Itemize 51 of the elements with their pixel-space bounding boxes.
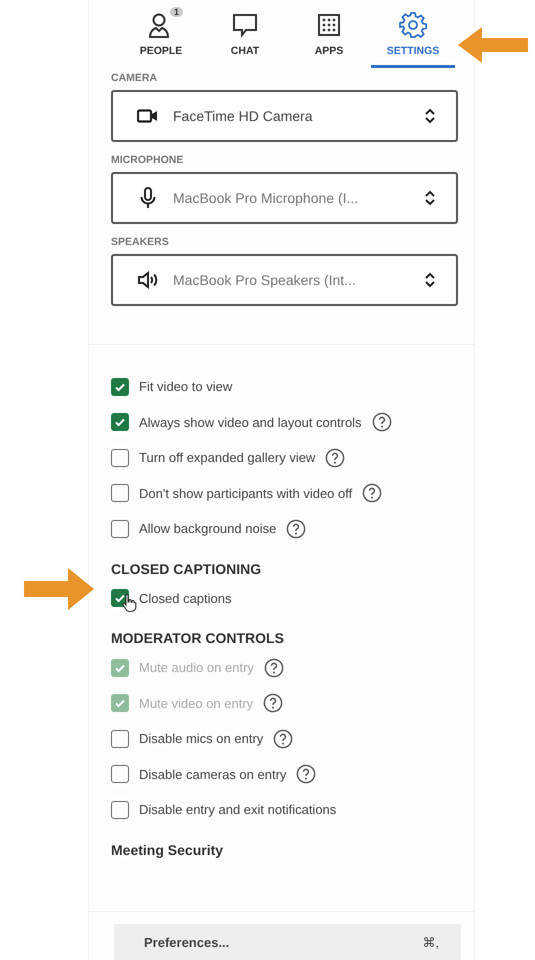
tab[interactable]: SETTINGS <box>371 0 455 68</box>
up-down-chevron-icon <box>424 271 436 289</box>
help-icon[interactable] <box>273 728 294 749</box>
option-label: Disable entry and exit notifications <box>139 802 336 818</box>
device-select[interactable]: MacBook Pro Microphone (I... <box>111 172 458 224</box>
settings-icon <box>399 11 427 39</box>
checkbox[interactable] <box>111 378 129 396</box>
tab[interactable]: 1 PEOPLE <box>119 0 203 68</box>
option-label: Disable cameras on entry <box>139 766 286 782</box>
checkbox[interactable] <box>111 730 129 748</box>
up-down-chevron-icon <box>424 107 436 125</box>
keyboard-shortcut: ⌘, <box>422 934 439 950</box>
option-label: Mute audio on entry <box>139 660 254 676</box>
device-label: SPEAKERS <box>111 236 170 248</box>
help-icon[interactable] <box>372 412 392 432</box>
option-label: Fit video to view <box>139 379 232 394</box>
option-label: Don't show participants with video off <box>139 486 352 501</box>
option-label: Mute video on entry <box>139 696 254 711</box>
checkbox[interactable] <box>111 413 129 432</box>
option-label: Closed captions <box>139 590 232 606</box>
tab[interactable]: CHAT <box>203 0 287 68</box>
count-badge: 1 <box>170 7 183 17</box>
option-label: Always show video and layout controls <box>139 414 362 430</box>
help-icon[interactable] <box>362 483 382 504</box>
section-heading: MODERATOR CONTROLS <box>111 630 285 646</box>
checkbox[interactable] <box>111 520 129 538</box>
speaker-icon <box>137 270 159 290</box>
device-label: MICROPHONE <box>111 154 184 166</box>
checkbox[interactable] <box>111 484 129 502</box>
arrow-icon <box>458 27 528 63</box>
grid-icon <box>315 11 343 39</box>
option-label: Disable mics on entry <box>139 731 264 746</box>
option-label: Allow background noise <box>139 521 276 536</box>
help-icon[interactable] <box>296 764 316 784</box>
checkbox[interactable] <box>111 448 129 467</box>
device-select[interactable]: FaceTime HD Camera <box>111 90 458 142</box>
checkbox[interactable] <box>111 765 129 784</box>
device-select[interactable]: MacBook Pro Speakers (Int... <box>111 254 458 306</box>
option-label: Turn off expanded gallery view <box>139 450 316 466</box>
up-down-chevron-icon <box>424 189 436 207</box>
help-icon[interactable] <box>325 448 346 468</box>
help-icon[interactable] <box>286 518 306 539</box>
chat-icon <box>231 11 259 39</box>
arrow-icon <box>24 568 94 610</box>
section-heading: CLOSED CAPTIONING <box>111 560 262 576</box>
menu-item[interactable]: Preferences... ⌘, <box>114 924 461 960</box>
checkbox[interactable] <box>111 800 129 819</box>
section-heading: Meeting Security <box>111 842 224 858</box>
video-camera-icon <box>137 108 159 124</box>
tab[interactable]: APPS <box>287 0 371 68</box>
device-label: CAMERA <box>111 72 158 84</box>
